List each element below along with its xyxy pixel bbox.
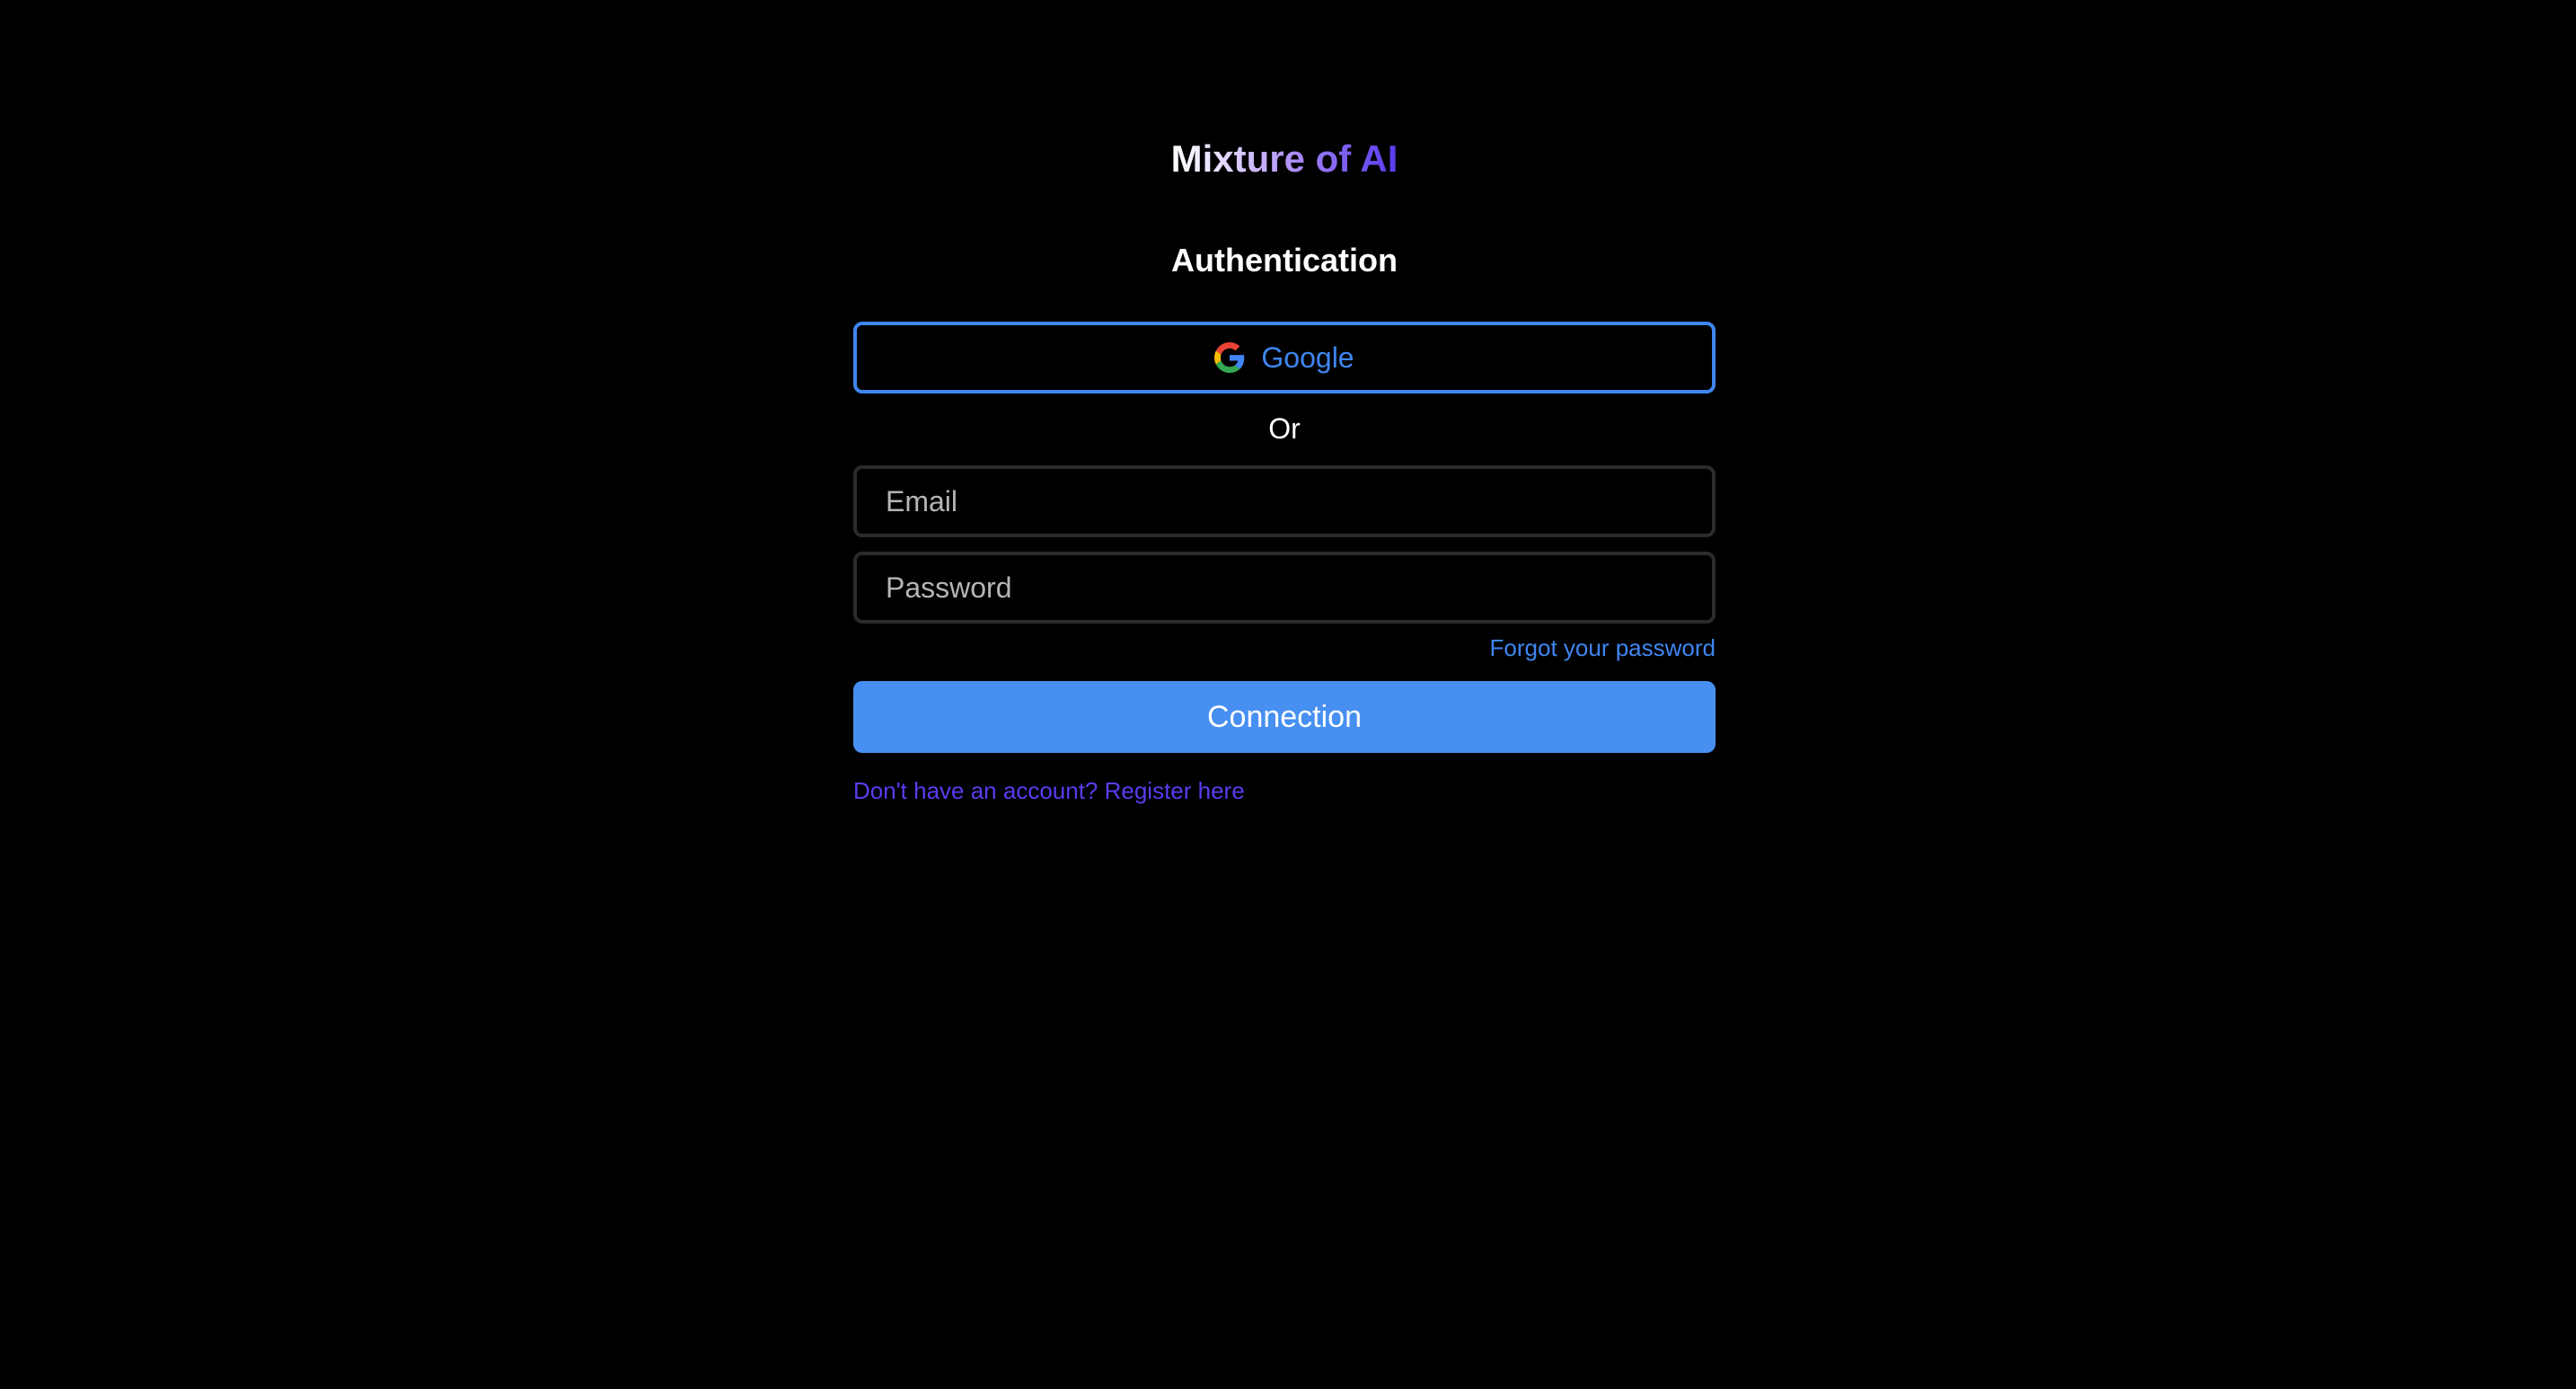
password-field[interactable] [853, 552, 1716, 624]
email-field[interactable] [853, 465, 1716, 537]
register-link[interactable]: Don't have an account? Register here [853, 774, 1245, 807]
google-icon [1214, 342, 1245, 373]
or-separator: Or [1268, 412, 1301, 445]
connection-button[interactable]: Connection [853, 681, 1716, 753]
auth-form: Mixture of AI Authentication Google Or F… [853, 126, 1716, 804]
google-button-label: Google [1261, 341, 1354, 374]
forgot-password-link[interactable]: Forgot your password [1490, 632, 1716, 664]
google-signin-button[interactable]: Google [853, 322, 1716, 394]
brand-logo: Mixture of AI [853, 126, 1716, 192]
brand-name: Mixture of AI [1170, 137, 1398, 180]
page-title: Authentication [1171, 242, 1398, 279]
login-page: Mixture of AI Authentication Google Or F… [0, 0, 2576, 1389]
